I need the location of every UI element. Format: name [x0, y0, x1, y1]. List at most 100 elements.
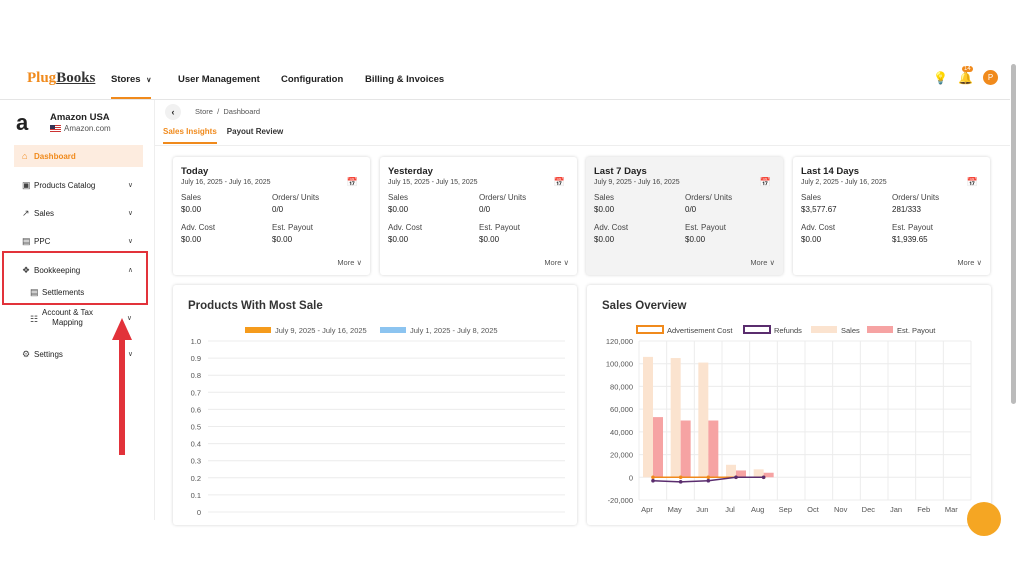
breadcrumb-path: Store / Dashboard	[195, 107, 260, 116]
more-button[interactable]: More ∨	[957, 258, 982, 267]
store-domain-text: Amazon.com	[64, 124, 111, 133]
summary-card: Last 14 Days July 2, 2025 - July 16, 2025…	[793, 157, 990, 275]
products-chart: July 9, 2025 - July 16, 2025 July 1, 2025…	[191, 326, 565, 517]
box-icon: ▣	[22, 179, 31, 190]
point-advertisement-cost	[651, 475, 655, 480]
plugbooks-logo[interactable]: PlugBooks	[27, 70, 95, 87]
point-refunds	[651, 478, 655, 483]
est-payout-value: $0.00	[272, 235, 293, 244]
more-button[interactable]: More ∨	[544, 258, 569, 267]
y-tick-label: 120,000	[606, 337, 633, 346]
tab-sales-insights[interactable]: Sales Insights	[163, 127, 217, 144]
more-label: More	[337, 258, 355, 267]
bar-est-payout	[736, 470, 746, 478]
calendar-icon[interactable]: 📅	[554, 177, 565, 188]
sales-value: $3,577.67	[801, 205, 837, 214]
point-advertisement-cost	[706, 475, 711, 480]
nav-stores[interactable]: Stores ∨	[111, 74, 152, 99]
breadcrumb-dashboard: Dashboard	[223, 107, 261, 116]
breadcrumb-separator: /	[217, 107, 220, 116]
more-button[interactable]: More ∨	[337, 258, 362, 267]
more-label: More	[957, 258, 975, 267]
y-tick-label: 60,000	[610, 405, 633, 414]
sidebar-item-sales[interactable]: ↗ Sales ∨	[14, 202, 143, 224]
x-tick-label: May	[668, 505, 682, 514]
nav-configuration[interactable]: Configuration	[281, 74, 343, 85]
logo-text-plug: Plug	[27, 70, 57, 86]
bar-est-payout	[708, 420, 719, 478]
card-title: Yesterday	[388, 166, 433, 177]
point-refunds	[678, 480, 683, 484]
bar-sales	[726, 464, 736, 478]
scrollbar[interactable]	[1011, 64, 1016, 404]
calendar-icon[interactable]: 📅	[347, 177, 358, 188]
orders-label: Orders/ Units	[685, 193, 733, 202]
avatar[interactable]: P	[983, 70, 998, 85]
legend-label: Sales	[841, 326, 860, 335]
card-date-range: July 16, 2025 - July 16, 2025	[181, 179, 271, 186]
annotation-arrow-icon	[112, 318, 132, 455]
chevron-down-icon: ∨	[127, 210, 133, 217]
lightbulb-icon[interactable]: 💡	[933, 71, 948, 85]
legend-swatch	[636, 325, 664, 334]
x-tick-label: Jul	[725, 505, 735, 514]
sales-overview-chart: Advertisement Cost Refunds Sales Est. Payou…	[606, 325, 972, 514]
y-tick-label: 100,000	[606, 360, 633, 369]
more-button[interactable]: More ∨	[750, 258, 775, 267]
tab-payout-review[interactable]: Payout Review	[227, 127, 283, 144]
legend-swatch	[380, 327, 406, 333]
x-tick-label: Oct	[807, 505, 820, 514]
y-tick-label: 0.9	[191, 354, 201, 363]
chart-line-icon: ↗	[22, 207, 30, 218]
y-tick-label: -20,000	[608, 496, 633, 505]
breadcrumb-store[interactable]: Store	[195, 107, 213, 116]
amazon-logo-icon: a	[16, 110, 29, 135]
orders-value: 0/0	[272, 205, 284, 214]
sidebar-item-label: Products Catalog	[34, 180, 96, 190]
adv-cost-value: $0.00	[801, 235, 822, 244]
summary-card: Today July 16, 2025 - July 16, 2025 📅 Sales…	[173, 157, 370, 275]
store-name: Amazon USA	[50, 112, 110, 123]
legend-swatch	[811, 326, 837, 333]
x-tick-label: Jun	[696, 505, 708, 514]
sidebar-item-label: PPC	[34, 236, 51, 246]
chevron-down-icon: ∨	[769, 258, 776, 267]
calendar-icon[interactable]: 📅	[760, 177, 771, 188]
back-arrow-icon[interactable]: ‹	[165, 104, 181, 120]
nav-billing-invoices[interactable]: Billing & Invoices	[365, 74, 444, 85]
sidebar-item-label-line2: Mapping	[52, 318, 83, 327]
y-tick-label: 0.8	[191, 371, 201, 380]
sidebar-item-products-catalog[interactable]: ▣ Products Catalog ∨	[14, 174, 143, 196]
card-date-range: July 15, 2025 - July 15, 2025	[388, 179, 478, 186]
sidebar-item-label: Settings	[34, 349, 63, 359]
sales-value: $0.00	[181, 205, 202, 214]
products-most-sale-panel: Products With Most Sale July 9, 2025 - J…	[173, 285, 577, 525]
est-payout-label: Est. Payout	[272, 223, 313, 232]
bell-icon[interactable]: 🔔 14	[958, 65, 973, 85]
chevron-down-icon: ∨	[146, 77, 152, 84]
bar-sales	[753, 469, 764, 478]
hierarchy-icon: ☷	[30, 314, 39, 324]
card-title: Last 7 Days	[594, 166, 647, 177]
home-icon: ⌂	[22, 151, 28, 161]
sidebar-item-label-group: Account & Tax Mapping	[42, 308, 93, 328]
y-tick-label: 80,000	[610, 382, 633, 391]
legend-swatch	[867, 326, 893, 333]
y-tick-label: 0	[197, 508, 201, 517]
chat-icon[interactable]	[967, 502, 1001, 536]
legend-label: July 1, 2025 - July 8, 2025	[410, 326, 498, 335]
adv-cost-label: Adv. Cost	[181, 223, 216, 232]
us-flag-icon	[50, 125, 61, 133]
est-payout-value: $1,939.65	[892, 235, 928, 244]
card-date-range: July 9, 2025 - July 16, 2025	[594, 179, 680, 186]
x-tick-label: Aug	[751, 505, 764, 514]
nav-user-management[interactable]: User Management	[178, 74, 260, 85]
sidebar-item-dashboard[interactable]: ⌂ Dashboard	[14, 145, 143, 167]
calendar-icon[interactable]: 📅	[967, 177, 978, 188]
sales-overview-panel: Sales Overview Advertisement Cost Refunds…	[587, 285, 991, 525]
more-label: More	[544, 258, 562, 267]
sidebar-item-ppc[interactable]: ▤ PPC ∨	[14, 230, 143, 252]
sales-label: Sales	[801, 193, 822, 202]
chevron-down-icon: ∨	[976, 258, 983, 267]
sidebar-item-label: Sales	[34, 208, 55, 218]
